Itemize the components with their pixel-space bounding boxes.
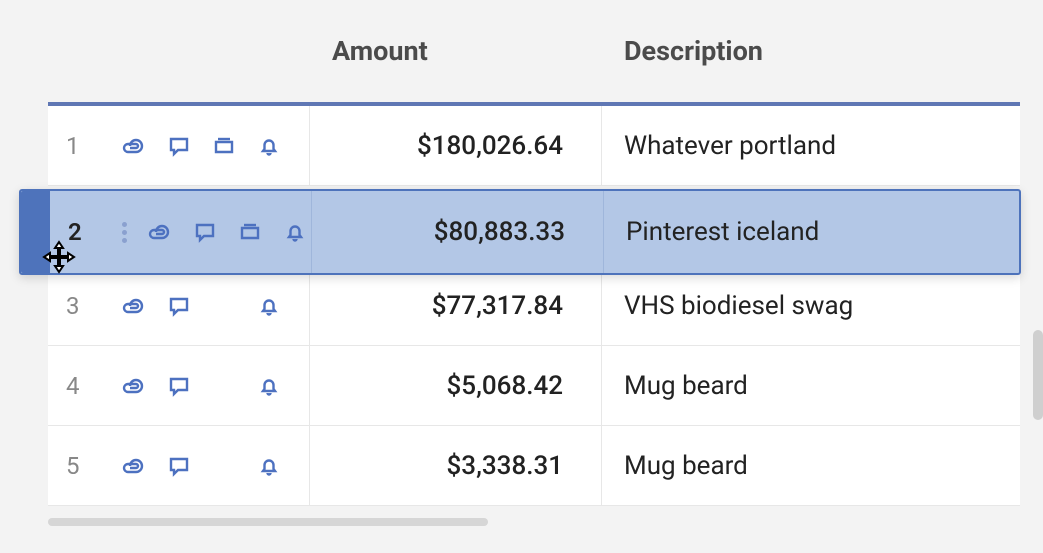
amount-cell[interactable]: $180,026.64 (310, 106, 602, 185)
attachment-icon[interactable] (122, 454, 146, 478)
attachment-icon[interactable] (122, 374, 146, 398)
header-description[interactable]: Description (602, 35, 1020, 67)
bell-icon[interactable] (257, 374, 281, 398)
description-cell[interactable]: Mug beard (602, 426, 1020, 505)
amount-cell[interactable]: $77,317.84 (310, 266, 602, 345)
archive-icon[interactable] (212, 134, 236, 158)
attachment-icon[interactable] (122, 294, 146, 318)
vertical-scrollbar[interactable] (1033, 330, 1043, 420)
comment-icon[interactable] (167, 374, 191, 398)
comment-icon[interactable] (167, 454, 191, 478)
description-cell[interactable]: Mug beard (602, 346, 1020, 425)
horizontal-scrollbar[interactable] (48, 518, 488, 526)
table-body: 1 $180,026.64 Whatever portland 3 (48, 106, 1020, 506)
row-number: 4 (66, 372, 106, 400)
bell-icon[interactable] (257, 454, 281, 478)
table-row[interactable]: 5 $3,338.31 Mug beard (48, 426, 1020, 506)
table-row[interactable]: 4 $5,068.42 Mug beard (48, 346, 1020, 426)
description-cell[interactable]: Pinterest iceland (604, 191, 1019, 273)
move-cursor-icon (42, 240, 76, 274)
comment-icon[interactable] (193, 220, 217, 244)
bell-icon[interactable] (257, 294, 281, 318)
table-row[interactable]: 3 $77,317.84 VHS biodiesel swag (48, 266, 1020, 346)
row-number: 5 (66, 452, 106, 480)
amount-cell[interactable]: $5,068.42 (310, 346, 602, 425)
bell-icon[interactable] (283, 220, 307, 244)
comment-icon[interactable] (167, 134, 191, 158)
comment-icon[interactable] (167, 294, 191, 318)
archive-icon[interactable] (238, 220, 262, 244)
more-options-icon[interactable] (118, 222, 130, 243)
attachment-icon[interactable] (122, 134, 146, 158)
data-table: Amount Description 1 $180,026.64 Whateve… (48, 0, 1020, 553)
table-header: Amount Description (48, 0, 1020, 106)
table-row[interactable]: 1 $180,026.64 Whatever portland (48, 106, 1020, 186)
description-cell[interactable]: Whatever portland (602, 106, 1020, 185)
dragged-row[interactable]: 2 $80,883.33 Pinterest iceland (19, 189, 1021, 275)
header-amount[interactable]: Amount (310, 35, 602, 67)
amount-cell[interactable]: $3,338.31 (310, 426, 602, 505)
amount-cell[interactable]: $80,883.33 (312, 191, 604, 273)
bell-icon[interactable] (257, 134, 281, 158)
row-number: 3 (66, 292, 106, 320)
description-cell[interactable]: VHS biodiesel swag (602, 266, 1020, 345)
attachment-icon[interactable] (148, 220, 172, 244)
row-number: 1 (66, 132, 106, 160)
